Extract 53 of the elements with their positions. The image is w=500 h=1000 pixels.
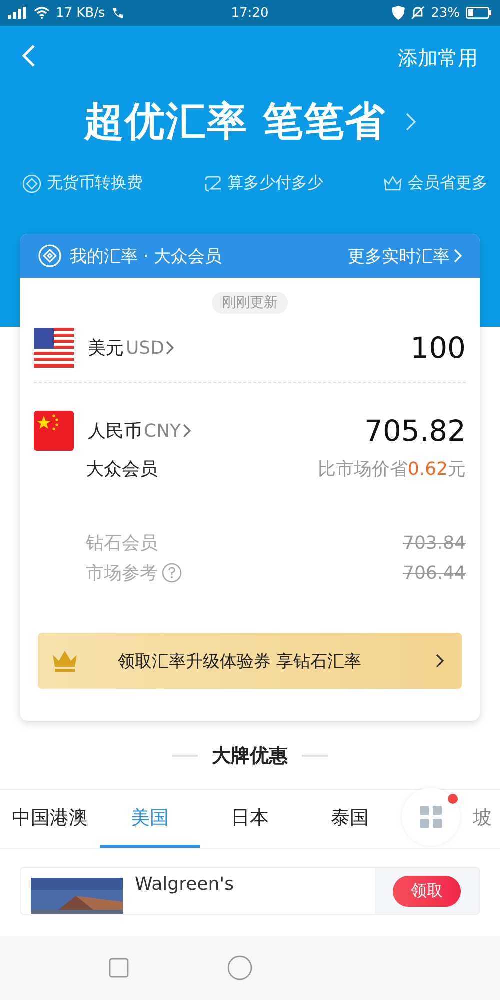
member-level-label: 大众会员	[86, 458, 158, 481]
chevron-icon[interactable]	[406, 112, 416, 130]
grid-icon	[419, 805, 443, 829]
crown-icon	[383, 174, 403, 194]
currency-amount[interactable]: 100	[410, 331, 466, 365]
rate-value: 706.44	[403, 562, 466, 584]
mute-icon	[411, 6, 426, 20]
signal-icon	[8, 7, 28, 19]
home-icon[interactable]	[227, 955, 253, 981]
rate-icon	[38, 244, 62, 268]
chevron-icon	[183, 424, 192, 438]
chevron-icon	[166, 341, 174, 355]
chevron-icon	[436, 654, 444, 668]
battery-icon	[466, 7, 492, 19]
back-icon	[22, 44, 36, 68]
country-tab[interactable]: 日本	[200, 790, 300, 848]
currency-selector[interactable]: 人民币 CNY	[88, 419, 192, 443]
section-title: 大牌优惠	[212, 744, 288, 769]
card-title: 我的汇率 · 大众会员	[70, 246, 224, 268]
currency-amount[interactable]: 705.82	[364, 414, 466, 448]
feature-label: 会员省更多	[408, 173, 488, 194]
brand-name: Walgreen's	[135, 874, 234, 895]
savings-text: 比市场价省0.62元	[318, 458, 466, 481]
rate-label: 市场参考	[86, 562, 158, 585]
wifi-icon	[34, 7, 50, 19]
flag-icon	[34, 328, 74, 368]
country-tab[interactable]: 坡	[473, 790, 500, 848]
crown-icon	[52, 649, 78, 673]
shield-icon	[392, 6, 406, 20]
currency-selector[interactable]: 美元 USD	[88, 336, 174, 360]
feature-label: 算多少付多少	[228, 173, 324, 194]
upgrade-banner[interactable]: 领取汇率升级体验券 享钻石汇率	[38, 633, 462, 689]
loop-icon	[202, 174, 222, 194]
upgrade-text: 领取汇率升级体验券 享钻石汇率	[118, 650, 362, 672]
rate-value: 703.84	[403, 532, 466, 554]
claim-button[interactable]: 领取	[393, 876, 461, 906]
coin-icon	[22, 174, 42, 194]
update-status: 刚刚更新	[212, 292, 288, 314]
country-tab[interactable]: 中国港澳	[0, 790, 100, 848]
flag-icon	[34, 411, 74, 451]
clock: 17:20	[231, 6, 269, 20]
help-icon[interactable]	[162, 563, 182, 583]
phone-icon	[111, 6, 126, 20]
feature-label: 无货币转换费	[47, 173, 143, 194]
category-menu-button[interactable]	[402, 788, 460, 846]
country-tab[interactable]: 泰国	[300, 790, 400, 848]
recent-apps-icon[interactable]	[109, 958, 129, 978]
slogan: 超优汇率 笔笔省	[84, 98, 386, 147]
deal-card[interactable]: Walgreen's 领取	[20, 867, 480, 915]
rate-label: 钻石会员	[86, 532, 158, 555]
battery-percent: 23%	[431, 6, 460, 20]
chevron-icon	[454, 249, 462, 263]
network-speed: 17 KB/s	[56, 6, 106, 20]
